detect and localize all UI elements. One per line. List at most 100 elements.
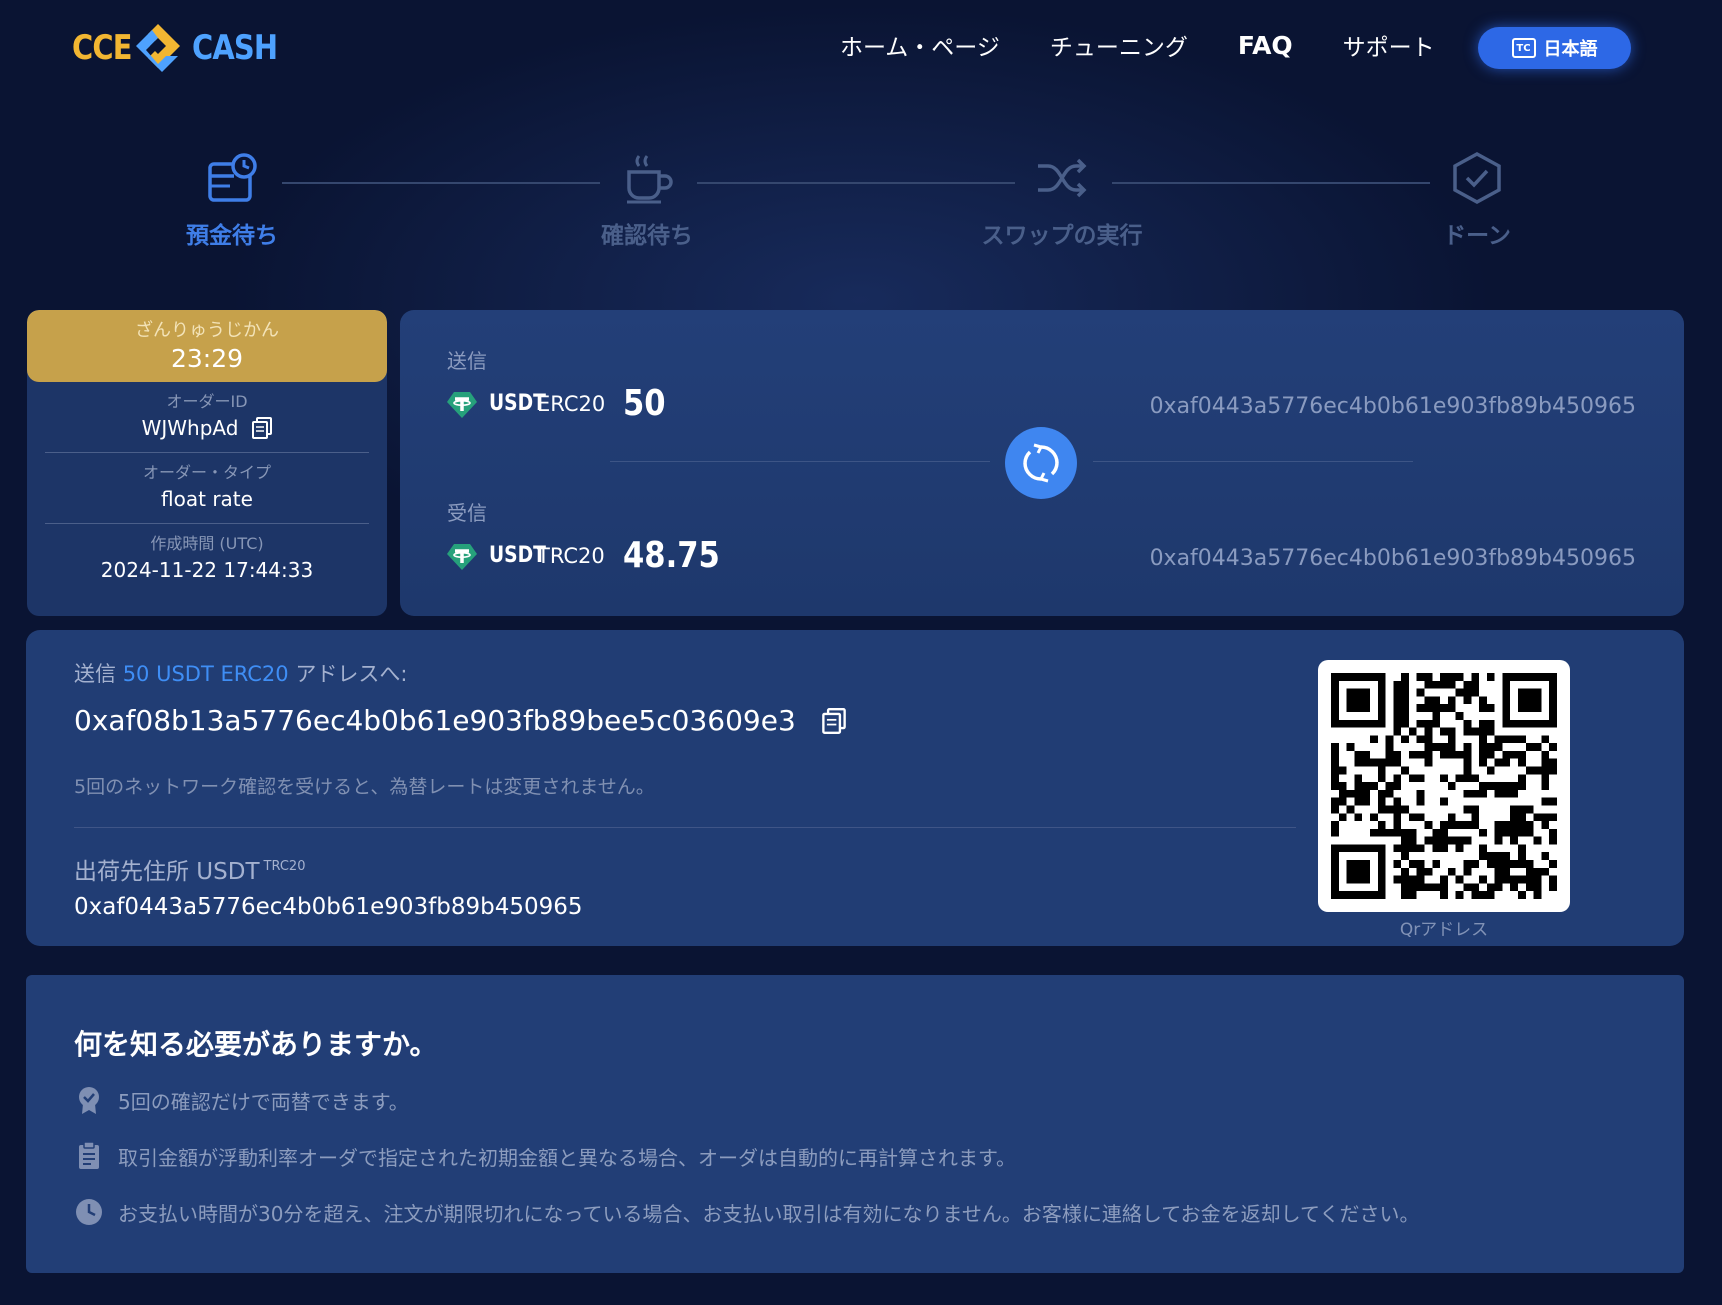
- qr-module: [1510, 860, 1519, 868]
- qr-module: [1369, 828, 1378, 837]
- qr-module: [1533, 883, 1542, 892]
- qr-module: [1455, 891, 1464, 899]
- info-item-text: 5回の確認だけで両替できます。: [118, 1089, 409, 1114]
- step-awaiting-deposit: 預金待ち: [132, 150, 332, 250]
- qr-module: [1401, 719, 1409, 728]
- qr-module: [1525, 766, 1534, 775]
- deposit-address[interactable]: 0xaf08b13a5776ec4b0b61e903fb89bee5c03609…: [74, 704, 796, 737]
- copy-icon[interactable]: [252, 417, 273, 439]
- logo-diamond-icon: [136, 24, 180, 72]
- qr-module: [1331, 766, 1339, 775]
- qr-module: [1494, 875, 1503, 884]
- qr-module: [1440, 821, 1448, 829]
- receive-address: 0xaf0443a5776ec4b0b61e903fb89b450965: [1149, 546, 1636, 571]
- qr-module: [1518, 821, 1526, 829]
- qr-module: [1486, 766, 1495, 775]
- remaining-time: ざんりゅうじかん 23:29: [27, 310, 387, 382]
- qr-module: [1541, 766, 1550, 775]
- qr-module: [1463, 867, 1472, 876]
- qr-module: [1549, 875, 1557, 884]
- qr-module: [1471, 673, 1480, 681]
- qr-module: [1471, 860, 1480, 868]
- step-label: 預金待ち: [186, 223, 278, 249]
- qr-module: [1549, 766, 1557, 775]
- qr-module: [1385, 782, 1394, 790]
- qr-module: [1518, 735, 1526, 744]
- qr-module: [1424, 680, 1433, 689]
- qr-module: [1393, 797, 1402, 806]
- info-item-text: 取引金額が浮動利率オーダで指定された初期金額と異なる場合、オーダは自動的に再計算…: [118, 1145, 1016, 1170]
- qr-module: [1401, 867, 1409, 876]
- qr-module: [1331, 782, 1339, 790]
- qr-module: [1471, 727, 1480, 736]
- qr-module: [1447, 813, 1456, 822]
- swap-refresh-button[interactable]: [1005, 427, 1077, 499]
- qr-module: [1479, 735, 1487, 744]
- qr-module: [1331, 743, 1339, 751]
- send-label: 送信: [447, 349, 487, 373]
- qr-module: [1486, 852, 1495, 861]
- nav-faq[interactable]: FAQ: [1238, 31, 1293, 60]
- qr-module: [1479, 719, 1487, 728]
- qr-module: [1393, 774, 1402, 783]
- qr-module: [1471, 891, 1480, 899]
- logo[interactable]: CCE CASH: [72, 20, 292, 76]
- qr-module: [1440, 774, 1448, 783]
- qr-module: [1377, 821, 1386, 829]
- qr-module: [1463, 774, 1472, 783]
- recipient-title: 出荷先住所 USDT TRC20: [74, 852, 305, 886]
- qr-module: [1533, 836, 1542, 845]
- qr-module: [1440, 844, 1448, 853]
- info-item: 取引金額が浮動利率オーダで指定された初期金額と異なる場合、オーダは自動的に再計算…: [74, 1141, 1016, 1171]
- recipient-address: 0xaf0443a5776ec4b0b61e903fb89b450965: [74, 894, 583, 920]
- qr-module: [1416, 813, 1425, 822]
- nav-home[interactable]: ホーム・ページ: [840, 28, 1000, 62]
- qr-module: [1494, 821, 1503, 829]
- qr-module: [1549, 813, 1557, 822]
- qr-module: [1549, 758, 1557, 767]
- qr-module: [1401, 735, 1409, 744]
- qr-module: [1393, 860, 1402, 868]
- qr-module: [1471, 821, 1480, 829]
- qr-module: [1541, 867, 1550, 876]
- qr-module: [1486, 719, 1495, 728]
- qr-module: [1331, 805, 1339, 814]
- qr-module: [1525, 875, 1534, 884]
- qr-module: [1346, 743, 1355, 751]
- qr-module: [1486, 727, 1495, 736]
- qr-module: [1541, 821, 1550, 829]
- order-id-value: WJWhpAd: [141, 416, 239, 440]
- qr-module: [1510, 813, 1519, 822]
- qr-module: [1432, 680, 1441, 689]
- qr-module: [1549, 836, 1557, 845]
- qr-module: [1447, 782, 1456, 790]
- deposit-title-suffix: アドレスへ:: [295, 662, 408, 686]
- qr-module: [1424, 750, 1433, 759]
- nav-tuning[interactable]: チューニング: [1050, 28, 1188, 62]
- qr-module: [1416, 735, 1425, 744]
- qr-module: [1447, 735, 1456, 744]
- language-button[interactable]: TC 日本語: [1478, 27, 1631, 69]
- qr-module: [1393, 711, 1402, 720]
- main-nav: ホーム・ページ チューニング FAQ サポート: [840, 28, 1485, 62]
- step-awaiting-confirmation: 確認待ち: [547, 150, 747, 250]
- copy-icon[interactable]: [821, 707, 846, 734]
- deposit-title-prefix: 送信: [74, 662, 116, 686]
- nav-support[interactable]: サポート: [1343, 28, 1435, 62]
- qr-module: [1401, 805, 1409, 814]
- qr-module: [1447, 867, 1456, 876]
- qr-module: [1455, 688, 1464, 697]
- qr-module: [1354, 813, 1363, 822]
- qr-module: [1440, 743, 1448, 751]
- qr-module: [1486, 782, 1495, 790]
- qr-module: [1502, 828, 1511, 837]
- qr-module: [1549, 883, 1557, 892]
- qr-module: [1401, 836, 1409, 845]
- qr-module: [1408, 891, 1417, 899]
- qr-module: [1479, 727, 1487, 736]
- receive-amount: 48.75: [622, 535, 720, 576]
- badge-check-icon: [79, 1087, 99, 1114]
- qr-module: [1424, 758, 1433, 767]
- send-coin-name: USDT: [489, 391, 546, 416]
- qr-module: [1525, 828, 1534, 837]
